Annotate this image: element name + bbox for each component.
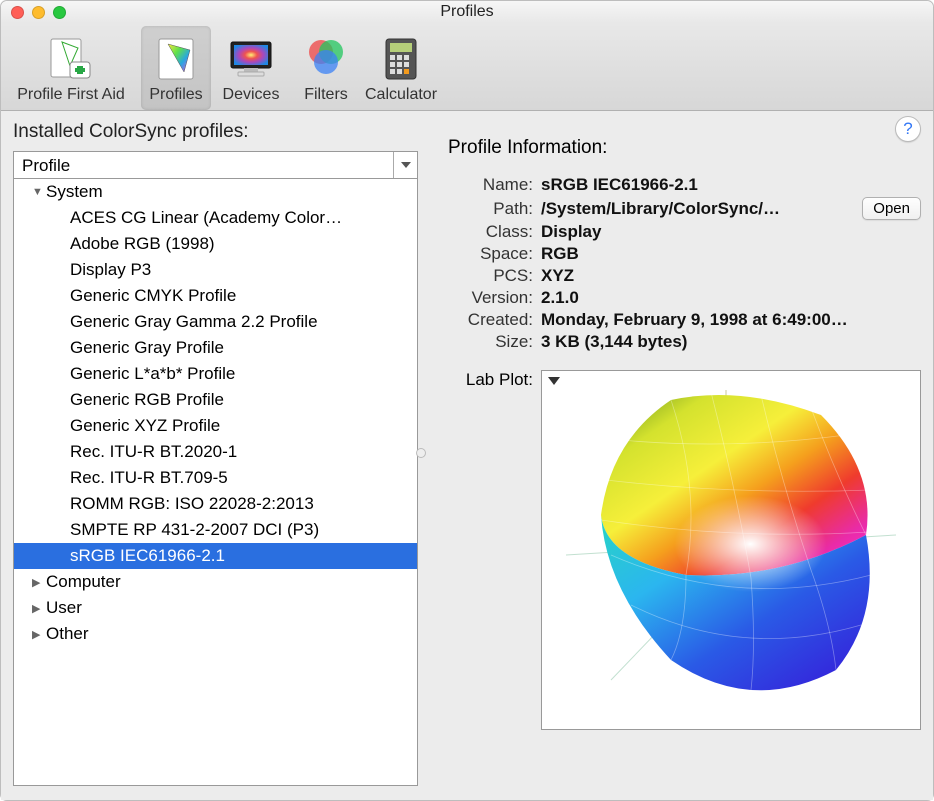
profile-sort-combo[interactable]: Profile — [13, 151, 418, 179]
main-content: Installed ColorSync profiles: Profile ▼ S… — [1, 111, 933, 800]
profile-tree[interactable]: ▼ System ACES CG Linear (Academy Color…Ado… — [13, 179, 418, 786]
profile-info-header: Profile Information: — [448, 137, 921, 159]
profile-list-item[interactable]: ROMM RGB: ISO 22028-2:2013 — [14, 491, 417, 517]
devices-icon — [226, 34, 276, 84]
profile-list-item[interactable]: Generic Gray Gamma 2.2 Profile — [14, 309, 417, 335]
label-space: Space: — [448, 244, 533, 264]
toolbar: Profile First Aid Profiles — [1, 23, 933, 111]
toolbar-label: Profiles — [149, 86, 202, 104]
label-version: Version: — [448, 288, 533, 308]
open-button[interactable]: Open — [862, 197, 921, 220]
label-class: Class: — [448, 222, 533, 242]
help-button[interactable]: ? — [895, 116, 921, 142]
tree-group-label: Computer — [46, 572, 121, 592]
toolbar-filters[interactable]: Filters — [291, 26, 361, 110]
disclosure-closed-icon: ▶ — [32, 628, 42, 641]
first-aid-icon — [46, 34, 96, 84]
tree-group-system[interactable]: ▼ System — [14, 179, 417, 205]
chevron-down-icon — [393, 152, 417, 178]
disclosure-open-icon: ▼ — [32, 186, 42, 198]
tree-group-computer[interactable]: ▶ Computer — [14, 569, 417, 595]
label-name: Name: — [448, 175, 533, 195]
lab-plot-view[interactable] — [541, 370, 921, 730]
tree-group-label: System — [46, 182, 103, 202]
value-size: 3 KB (3,144 bytes) — [541, 332, 921, 352]
profile-list-item[interactable]: Generic XYZ Profile — [14, 413, 417, 439]
titlebar: Profiles — [1, 1, 933, 23]
value-space: RGB — [541, 244, 921, 264]
profile-list-panel: Installed ColorSync profiles: Profile ▼ S… — [13, 121, 418, 786]
profile-info-panel: ? Profile Information: Name: sRGB IEC619… — [448, 121, 921, 786]
profile-list-item[interactable]: sRGB IEC61966-2.1 — [14, 543, 417, 569]
profile-info-grid: Name: sRGB IEC61966-2.1 Path: /System/Li… — [448, 175, 921, 352]
value-created: Monday, February 9, 1998 at 6:49:00… — [541, 310, 921, 330]
toolbar-profiles[interactable]: Profiles — [141, 26, 211, 110]
label-pcs: PCS: — [448, 266, 533, 286]
filters-icon — [301, 34, 351, 84]
toolbar-label: Calculator — [365, 86, 437, 104]
profile-list-item[interactable]: SMPTE RP 431-2-2007 DCI (P3) — [14, 517, 417, 543]
toolbar-label: Filters — [304, 86, 348, 104]
tree-group-label: Other — [46, 624, 89, 644]
profile-list-item[interactable]: Rec. ITU-R BT.2020-1 — [14, 439, 417, 465]
profile-list-item[interactable]: Rec. ITU-R BT.709-5 — [14, 465, 417, 491]
profile-list-item[interactable]: Generic L*a*b* Profile — [14, 361, 417, 387]
label-size: Size: — [448, 332, 533, 352]
toolbar-profile-first-aid[interactable]: Profile First Aid — [1, 26, 141, 110]
profile-list-item[interactable]: Display P3 — [14, 257, 417, 283]
profiles-icon — [151, 34, 201, 84]
toolbar-calculator[interactable]: Calculator — [361, 26, 441, 110]
label-created: Created: — [448, 310, 533, 330]
tree-group-other[interactable]: ▶ Other — [14, 621, 417, 647]
window-title: Profiles — [1, 3, 933, 21]
profile-list-item[interactable]: Adobe RGB (1998) — [14, 231, 417, 257]
profile-list-item[interactable]: ACES CG Linear (Academy Color… — [14, 205, 417, 231]
tree-group-label: User — [46, 598, 82, 618]
profile-list-item[interactable]: Generic RGB Profile — [14, 387, 417, 413]
lab-plot-label: Lab Plot: — [448, 370, 533, 730]
value-pcs: XYZ — [541, 266, 921, 286]
calculator-icon — [376, 34, 426, 84]
disclosure-closed-icon: ▶ — [32, 576, 42, 589]
toolbar-label: Profile First Aid — [17, 86, 125, 104]
toolbar-devices[interactable]: Devices — [211, 26, 291, 110]
gamut-3d-plot — [551, 380, 911, 720]
toolbar-label: Devices — [223, 86, 280, 104]
value-path: /System/Library/ColorSync/… — [541, 199, 854, 219]
lab-plot-row: Lab Plot: — [448, 370, 921, 730]
plot-menu-icon[interactable] — [548, 377, 560, 385]
profile-list-item[interactable]: Generic Gray Profile — [14, 335, 417, 361]
profile-list-item[interactable]: Generic CMYK Profile — [14, 283, 417, 309]
disclosure-closed-icon: ▶ — [32, 602, 42, 615]
pane-resize-handle[interactable] — [416, 448, 426, 458]
value-class: Display — [541, 222, 921, 242]
label-path: Path: — [448, 199, 533, 219]
value-version: 2.1.0 — [541, 288, 921, 308]
installed-profiles-header: Installed ColorSync profiles: — [13, 121, 418, 143]
value-name: sRGB IEC61966-2.1 — [541, 175, 921, 195]
combo-value: Profile — [14, 152, 393, 178]
tree-group-user[interactable]: ▶ User — [14, 595, 417, 621]
